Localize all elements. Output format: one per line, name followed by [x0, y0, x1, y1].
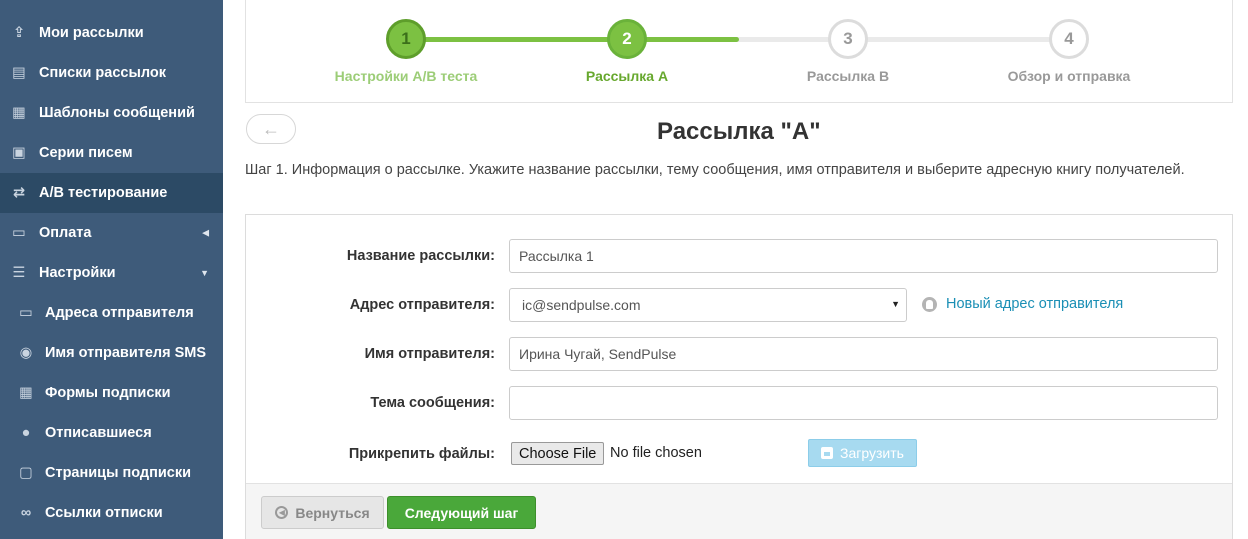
- sidebar-item-11[interactable]: ▢ Страницы подписки: [0, 453, 223, 493]
- sidebar-item-5[interactable]: ▭ Оплата ◀: [0, 213, 223, 253]
- main-content: 1 Настройки A/B теста 2 Рассылка A 3 Рас…: [223, 0, 1248, 539]
- sidebar-item-6[interactable]: ☰ Настройки ▼: [0, 253, 223, 293]
- caret-icon: ◀: [202, 227, 209, 238]
- address-book-icon: ▤: [12, 65, 26, 81]
- user-icon: ●: [21, 425, 31, 441]
- sidebar-item-label: Серии писем: [39, 145, 133, 161]
- attach-files-label: Прикрепить файлы:: [348, 446, 495, 462]
- page-description: Шаг 1. Информация о рассылке. Укажите на…: [245, 162, 1185, 178]
- sidebar-item-label: Оплата: [39, 225, 92, 241]
- stepper: 1 Настройки A/B теста 2 Рассылка A 3 Рас…: [245, 0, 1233, 103]
- step-3-number: 3: [828, 19, 868, 59]
- sender-address-label: Адрес отправителя:: [349, 297, 495, 313]
- sidebar-item-0[interactable]: ⇪ Мои рассылки: [0, 13, 223, 53]
- upload-button-label: Загрузить: [840, 445, 904, 461]
- send-icon: ⇪: [12, 25, 26, 41]
- back-button-label: Вернуться: [295, 504, 370, 521]
- step-3[interactable]: 3 Рассылка B: [738, 19, 958, 84]
- sidebar-item-label: A/B тестирование: [39, 185, 168, 201]
- page-title: Рассылка "A": [657, 118, 821, 145]
- new-sender-link-text: Новый адрес отправителя: [946, 296, 1124, 312]
- sidebar-item-9[interactable]: ▦ Формы подписки: [0, 373, 223, 413]
- wallet-icon: ▭: [12, 225, 26, 241]
- upload-button[interactable]: Загрузить: [808, 439, 917, 467]
- sidebar-item-12[interactable]: ∞ Ссылки отписки: [0, 493, 223, 533]
- chevron-down-icon: ▼: [891, 299, 900, 309]
- sender-address-select[interactable]: ic@sendpulse.com ▼: [509, 288, 907, 322]
- back-button[interactable]: ◀ Вернуться: [261, 496, 384, 529]
- sidebar-item-2[interactable]: ▦ Шаблоны сообщений: [0, 93, 223, 133]
- step-3-label: Рассылка B: [806, 68, 890, 84]
- choose-file-button[interactable]: Choose File: [511, 442, 605, 465]
- sender-address-value: ic@sendpulse.com: [522, 297, 641, 313]
- sidebar-item-10[interactable]: ● Отписавшиеся: [0, 413, 223, 453]
- form-row-name: Название рассылки:: [246, 239, 1232, 275]
- form-row-sender-name: Имя отправителя:: [246, 337, 1232, 373]
- subject-input[interactable]: [509, 386, 1218, 420]
- sidebar-item-label: Отписавшиеся: [45, 425, 152, 441]
- sidebar: ⇪ Мои рассылки ▤ Списки рассылок ▦ Шаблоны со…: [0, 0, 223, 539]
- id-card-icon: ▭: [19, 305, 33, 321]
- form-footer: ◀ Вернуться Следующий шаг: [246, 483, 1232, 539]
- sidebar-nav: ⇪ Мои рассылки ▤ Списки рассылок ▦ Шаблоны со…: [0, 13, 223, 533]
- user-circle-icon: ◉: [19, 345, 33, 361]
- step-1-label: Настройки A/B теста: [334, 68, 478, 84]
- sidebar-item-1[interactable]: ▤ Списки рассылок: [0, 53, 223, 93]
- sidebar-item-7[interactable]: ▭ Адреса отправителя: [0, 293, 223, 333]
- back-arrow-button[interactable]: ←: [246, 114, 296, 144]
- sliders-icon: ☰: [12, 265, 26, 281]
- new-sender-link[interactable]: Новый адрес отправителя: [922, 296, 1123, 312]
- sidebar-item-label: Формы подписки: [45, 385, 171, 401]
- step-2-number: 2: [607, 19, 647, 59]
- form-row-attach: Прикрепить файлы: Choose File No file ch…: [246, 437, 1232, 473]
- step-1[interactable]: 1 Настройки A/B теста: [296, 19, 516, 84]
- series-icon: ▣: [12, 145, 26, 161]
- step-4-number: 4: [1049, 19, 1089, 59]
- step-2[interactable]: 2 Рассылка A: [517, 19, 737, 84]
- subject-label: Тема сообщения:: [370, 395, 495, 411]
- sender-name-input[interactable]: [509, 337, 1218, 371]
- form-row-sender: Адрес отправителя: ic@sendpulse.com ▼ Но…: [246, 288, 1232, 324]
- sidebar-item-label: Имя отправителя SMS: [45, 345, 207, 361]
- sidebar-item-label: Адреса отправителя: [45, 305, 194, 321]
- step-2-label: Рассылка A: [585, 68, 669, 84]
- sidebar-item-label: Страницы подписки: [45, 465, 192, 481]
- step-4-label: Обзор и отправка: [1007, 68, 1131, 84]
- link-icon: ∞: [20, 505, 32, 521]
- page-icon: ▢: [19, 465, 33, 481]
- step-4[interactable]: 4 Обзор и отправка: [959, 19, 1179, 84]
- sidebar-item-3[interactable]: ▣ Серии писем: [0, 133, 223, 173]
- form-row-subject: Тема сообщения:: [246, 386, 1232, 422]
- arrow-left-icon: ◀: [275, 506, 289, 519]
- campaign-name-label: Название рассылки:: [346, 248, 495, 264]
- sidebar-item-label: Ссылки отписки: [45, 505, 163, 521]
- sidebar-item-4[interactable]: ⇄ A/B тестирование: [0, 173, 223, 213]
- sidebar-item-label: Шаблоны сообщений: [39, 105, 195, 121]
- sender-name-label: Имя отправителя:: [364, 346, 495, 362]
- no-file-text: No file chosen: [610, 445, 702, 461]
- sidebar-item-label: Мои рассылки: [39, 25, 144, 41]
- campaign-name-input[interactable]: [509, 239, 1218, 273]
- ab-test-icon: ⇄: [12, 185, 26, 201]
- next-step-button[interactable]: Следующий шаг: [387, 496, 536, 529]
- caret-icon: ▼: [200, 268, 209, 278]
- sidebar-item-8[interactable]: ◉ Имя отправителя SMS: [0, 333, 223, 373]
- user-circle-icon: [922, 296, 937, 312]
- upload-icon: [821, 447, 834, 459]
- template-icon: ▦: [12, 105, 26, 121]
- step-1-number: 1: [386, 19, 426, 59]
- campaign-form: Название рассылки: Адрес отправителя: ic…: [245, 214, 1233, 539]
- form-icon: ▦: [19, 385, 33, 401]
- sidebar-item-label: Списки рассылок: [39, 65, 166, 81]
- sidebar-item-label: Настройки: [39, 265, 116, 281]
